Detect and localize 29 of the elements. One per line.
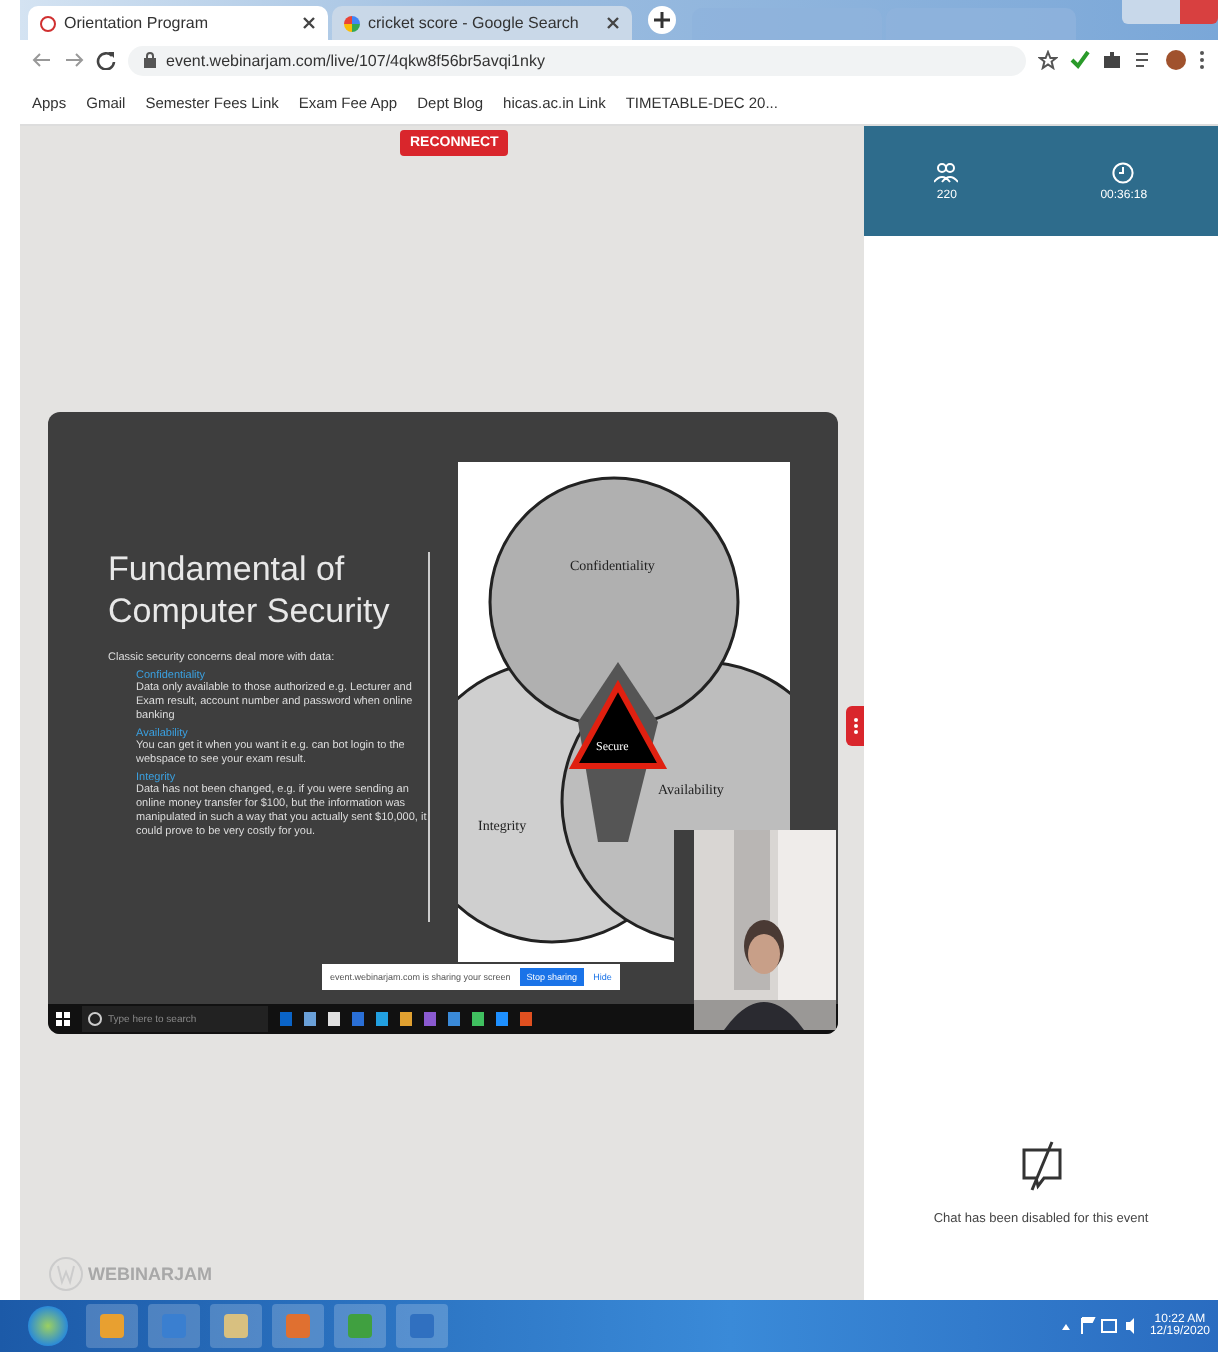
new-tab-icon[interactable] [648,6,676,34]
taskbar-app-icon[interactable] [86,1304,138,1348]
browser-tab[interactable]: cricket score - Google Search [332,6,632,40]
windows-icon [56,1012,70,1026]
start-button[interactable] [28,1306,68,1346]
back-icon[interactable] [32,50,52,70]
favicon-icon [40,15,56,31]
tray-icons[interactable] [1059,1316,1140,1336]
taskbar-app-icon[interactable] [210,1304,262,1348]
panel-toggle-handle[interactable] [846,706,864,746]
check-icon[interactable] [1070,50,1090,70]
address-field[interactable]: event.webinarjam.com/live/107/4qkw8f56br5avqi1nky [128,45,1026,75]
close-icon[interactable] [606,16,620,30]
reload-icon[interactable] [96,50,116,70]
avatar-icon[interactable] [1166,50,1186,70]
window-controls[interactable] [1122,0,1218,24]
slide-title: Fundamental of Computer Security [108,548,392,632]
webinarjam-logo: WEBINARJAM [48,1256,212,1292]
star-icon[interactable] [1038,50,1058,70]
menu-icon[interactable] [1198,50,1206,70]
browser-tab[interactable]: Orientation Program [28,6,328,40]
playlist-icon[interactable] [1134,50,1154,70]
favicon-icon [344,15,360,31]
close-icon[interactable] [302,16,316,30]
people-icon [934,161,959,183]
clock-icon [1112,161,1135,183]
forward-icon[interactable] [64,50,84,70]
lock-icon[interactable] [144,52,156,68]
chat-disabled-icon [1019,1140,1063,1192]
